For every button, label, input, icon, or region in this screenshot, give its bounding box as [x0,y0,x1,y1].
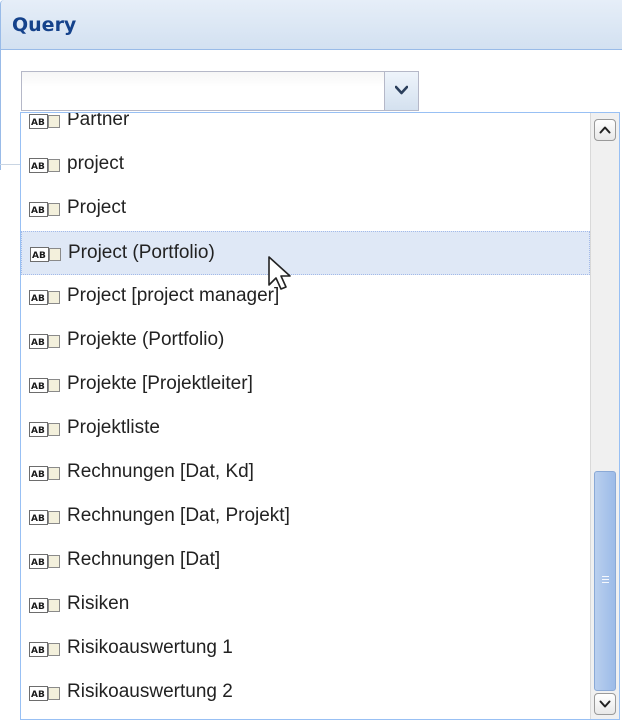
panel-title: Query [12,14,77,36]
mouse-cursor-icon [268,256,291,290]
scroll-thumb[interactable] [594,471,616,691]
svg-text:AB: AB [31,514,45,524]
list-item-label: project [67,153,125,174]
list-item[interactable]: AB project [21,143,590,187]
query-combo[interactable] [21,71,419,111]
svg-text:AB: AB [31,338,45,348]
svg-text:AB: AB [31,382,45,392]
list-item[interactable]: AB Risikoauswertung 1 [21,627,590,671]
list-item-label: Project [67,197,127,218]
list-item[interactable]: AB Project [project manager] [21,275,590,319]
svg-text:AB: AB [32,251,46,261]
list-item-label: Partner [67,112,130,130]
text-field-icon: AB [29,554,60,569]
query-window: Query AB Partner AB project AB Project AB Proje… [0,0,622,722]
list-item-label: Rechnungen [Dat, Kd] [67,461,254,482]
text-field-icon: AB [29,114,60,129]
text-field-icon: AB [29,686,60,701]
list-item[interactable]: AB Projekte (Portfolio) [21,319,590,363]
list-item-label: Projekte [Projektleiter] [67,373,253,394]
list-item[interactable]: AB Risikoauswertung 2 [21,671,590,715]
text-field-icon: AB [29,466,60,481]
svg-text:AB: AB [31,690,45,700]
text-field-icon: AB [29,158,60,173]
chevron-up-icon [599,126,611,134]
list-item[interactable]: AB Project [21,187,590,231]
svg-text:AB: AB [31,294,45,304]
text-field-icon: AB [29,642,60,657]
chevron-down-icon [395,85,408,95]
list-item-label: Rechnungen [Dat] [67,549,221,570]
list-item[interactable]: AB Partner [21,112,590,143]
panel-header: Query [0,0,622,50]
scroll-down-button[interactable] [594,693,616,715]
list-item[interactable]: AB Projekte [Projektleiter] [21,363,590,407]
svg-text:AB: AB [31,162,45,172]
list-item[interactable]: AB Rechnungen [Dat, Kd] [21,451,590,495]
svg-text:AB: AB [31,470,45,480]
text-field-icon: AB [29,290,60,305]
scroll-up-button[interactable] [594,119,616,141]
svg-text:AB: AB [31,206,45,216]
svg-text:AB: AB [31,118,45,128]
list-item[interactable]: AB Projektliste [21,407,590,451]
list-item[interactable]: AB Rechnungen [Dat, Projekt] [21,495,590,539]
text-field-icon: AB [29,598,60,613]
divider [0,164,22,165]
query-combo-input[interactable] [22,72,384,110]
list-item-label: Risiken [67,593,130,614]
list-item-label: Project (Portfolio) [68,242,215,263]
svg-text:AB: AB [31,602,45,612]
list-item-label: Rechnungen [Dat, Projekt] [67,505,290,526]
chevron-down-icon [599,700,611,708]
list-item[interactable]: AB Rechnungen [Dat] [21,539,590,583]
vertical-scrollbar[interactable] [590,113,619,719]
svg-text:AB: AB [31,646,45,656]
text-field-icon: AB [29,422,60,437]
list-item[interactable]: AB Risiken [21,583,590,627]
list-item-label: Projektliste [67,417,160,438]
list-item-label: Project [project manager] [67,285,280,306]
list-item[interactable]: AB Project (Portfolio) [21,231,590,275]
dropdown-items: AB Partner AB project AB Project AB Project (Po… [21,112,590,715]
combo-trigger-button[interactable] [384,72,418,110]
text-field-icon: AB [30,247,61,262]
svg-text:AB: AB [31,558,45,568]
list-item-label: Risikoauswertung 2 [67,681,233,702]
text-field-icon: AB [29,510,60,525]
grip-icon [602,576,609,584]
svg-text:AB: AB [31,426,45,436]
text-field-icon: AB [29,334,60,349]
text-field-icon: AB [29,378,60,393]
list-item-label: Risikoauswertung 1 [67,637,233,658]
query-dropdown-list[interactable]: AB Partner AB project AB Project AB Project (Po… [20,112,620,720]
list-item-label: Projekte (Portfolio) [67,329,225,350]
text-field-icon: AB [29,202,60,217]
